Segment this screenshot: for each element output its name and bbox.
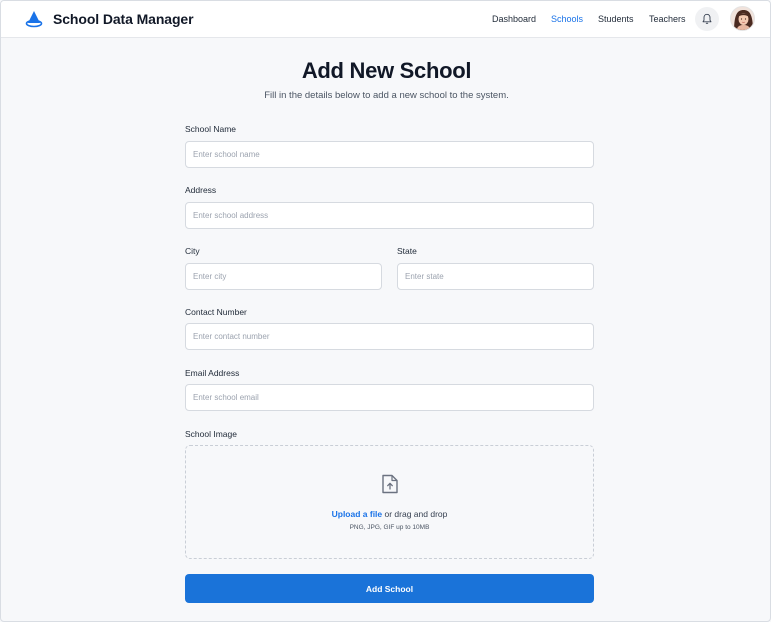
app-title: School Data Manager [53,11,194,27]
upload-file-link[interactable]: Upload a file [332,509,383,519]
top-navbar: School Data Manager Dashboard Schools St… [1,1,770,38]
page-title: Add New School [301,58,472,83]
app-window: School Data Manager Dashboard Schools St… [0,0,771,622]
state-label: State [397,246,417,256]
school-name-input[interactable] [185,141,594,168]
nav-teachers[interactable]: Teachers [649,14,686,24]
user-avatar[interactable] [730,6,755,31]
contact-number-label: Contact Number [185,307,247,317]
school-name-label: School Name [185,124,237,134]
address-label: Address [185,185,217,195]
bell-icon [702,13,712,24]
page-subtitle: Fill in the details below to add a new s… [264,90,509,101]
email-label: Email Address [185,368,240,378]
city-input[interactable] [185,263,382,290]
nav-students[interactable]: Students [598,14,634,24]
contact-number-input[interactable] [185,323,594,350]
image-dropzone[interactable]: Upload a file or drag and drop PNG, JPG,… [185,445,594,559]
file-upload-icon [382,474,398,494]
drag-drop-text: or drag and drop [382,509,448,519]
nav-dashboard[interactable]: Dashboard [492,14,536,24]
nav-schools[interactable]: Schools [551,14,583,24]
city-label: City [185,246,200,256]
avatar-image [731,7,754,30]
add-school-button[interactable]: Add School [185,574,594,603]
address-input[interactable] [185,202,594,229]
school-image-label: School Image [185,429,237,439]
logo-icon [25,11,43,28]
upload-instructions: Upload a file or drag and drop [186,509,593,519]
upload-hint: PNG, JPG, GIF up to 10MB [349,524,430,531]
notifications-button[interactable] [695,7,719,31]
email-input[interactable] [185,384,594,411]
state-input[interactable] [397,263,594,290]
